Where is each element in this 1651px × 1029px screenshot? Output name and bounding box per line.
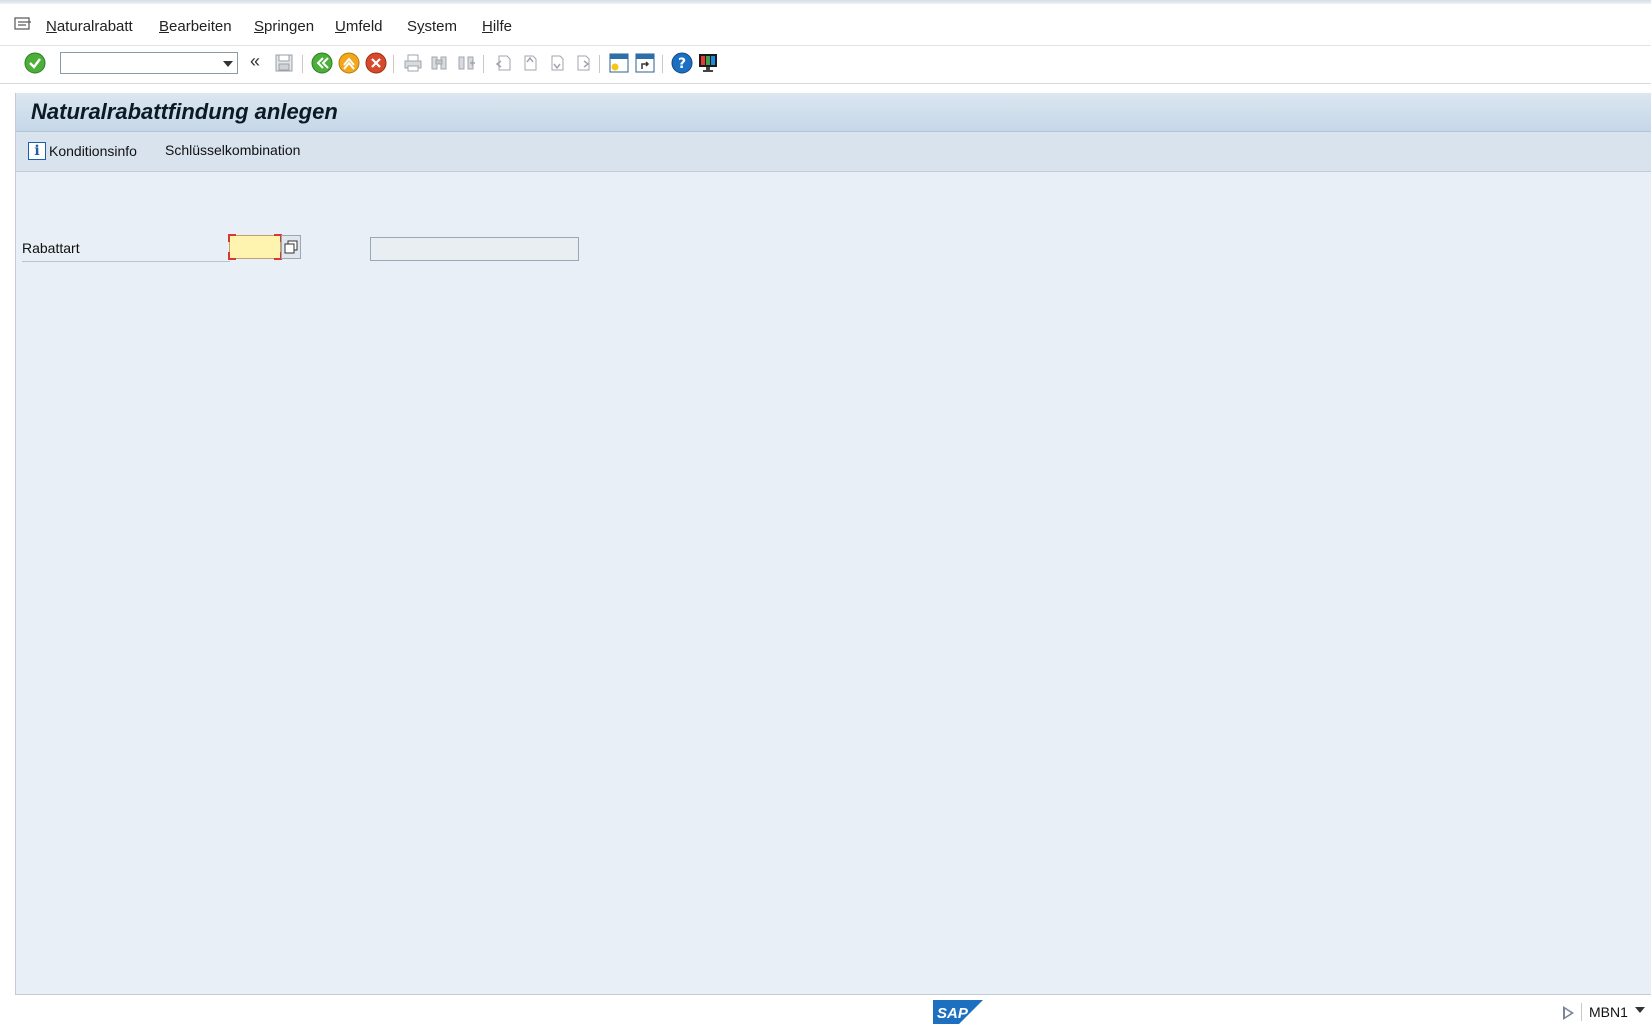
find-button[interactable]	[428, 52, 450, 74]
menu-hilfe-mnemonic: H	[482, 18, 493, 35]
title-bar: Naturalrabattfindung anlegen	[16, 93, 1651, 132]
exit-icon	[338, 52, 360, 74]
toolbar-separator	[483, 55, 484, 73]
find-next-icon	[458, 56, 475, 70]
find-next-button[interactable]	[455, 52, 477, 74]
menu-bearbeiten-label: earbeiten	[169, 18, 232, 35]
menu-umfeld-mnemonic: U	[335, 18, 346, 35]
create-session-button[interactable]	[608, 52, 630, 74]
customize-layout-button[interactable]	[697, 52, 719, 74]
schluesselkombination-label: Schlüsselkombination	[165, 142, 301, 158]
menu-springen[interactable]: Springen	[254, 18, 314, 35]
menu-hilfe-label: ilfe	[492, 18, 513, 35]
rabattart-label: Rabattart	[22, 240, 230, 262]
value-help-icon	[284, 240, 298, 254]
screen-frame: Naturalrabattfindung anlegen i Kondition…	[15, 93, 1651, 995]
transaction-code[interactable]: MBN1	[1589, 1004, 1628, 1020]
save-icon	[275, 54, 293, 72]
value-help-button[interactable]	[281, 235, 301, 259]
cancel-icon	[365, 52, 387, 74]
back-button[interactable]	[311, 52, 333, 74]
previous-page-icon	[524, 55, 537, 71]
save-button[interactable]	[273, 52, 295, 74]
first-page-button[interactable]	[492, 52, 514, 74]
sap-logo: SAP	[933, 1000, 983, 1024]
rabattart-description-field	[370, 237, 579, 261]
menu-bearbeiten[interactable]: Bearbeiten	[159, 18, 232, 35]
command-field[interactable]	[60, 52, 238, 74]
command-dropdown-icon[interactable]	[223, 61, 233, 67]
status-separator	[1581, 1003, 1582, 1021]
shortcut-button[interactable]	[634, 52, 656, 74]
help-button[interactable]: ?	[671, 52, 693, 74]
command-field-input[interactable]	[64, 54, 218, 74]
menu-system[interactable]: System	[407, 18, 457, 35]
toolbar-separator	[599, 55, 600, 73]
print-button[interactable]	[402, 52, 424, 74]
cancel-button[interactable]	[365, 52, 387, 74]
toolbar-separator	[662, 55, 663, 73]
status-play-icon[interactable]	[1563, 1006, 1574, 1020]
page-title: Naturalrabattfindung anlegen	[31, 99, 338, 124]
status-bar: SAP MBN1	[0, 995, 1651, 1029]
menu-naturalrabatt[interactable]: Naturalrabatt	[46, 18, 133, 35]
menu-hilfe[interactable]: Hilfe	[482, 18, 512, 35]
menu-bar: Naturalrabatt Bearbeiten Springen Umfeld…	[0, 4, 1651, 46]
schluesselkombination-button[interactable]: Schlüsselkombination	[165, 142, 300, 158]
back-icon	[311, 52, 333, 74]
create-session-icon	[609, 53, 629, 73]
first-page-icon	[495, 55, 511, 71]
menu-springen-label: pringen	[264, 18, 315, 35]
next-page-button[interactable]	[545, 52, 567, 74]
application-toolbar: i Konditionsinfo Schlüsselkombination	[16, 132, 1651, 172]
last-page-icon	[577, 55, 590, 71]
required-marker	[228, 252, 236, 260]
menu-naturalrabatt-label: aturalrabatt	[56, 18, 133, 35]
menu-umfeld-label: mfeld	[345, 18, 383, 35]
next-page-icon	[551, 55, 564, 71]
print-icon	[404, 54, 422, 72]
sap-logo-text: SAP	[937, 1005, 969, 1022]
menu-system-mnemonic: y	[417, 18, 425, 35]
previous-page-button[interactable]	[518, 52, 540, 74]
system-toolbar: « ?	[0, 46, 1651, 84]
toolbar-separator	[302, 55, 303, 73]
help-icon: ?	[671, 52, 693, 74]
menu-toggle-icon[interactable]	[14, 16, 32, 32]
menu-bearbeiten-mnemonic: B	[159, 18, 170, 35]
svg-text:?: ?	[678, 56, 686, 72]
customize-layout-icon	[699, 54, 717, 72]
system-info-dropdown-icon[interactable]	[1635, 1007, 1645, 1013]
rabattart-field[interactable]	[228, 234, 282, 260]
konditionsinfo-button[interactable]: i Konditionsinfo	[28, 142, 137, 160]
menu-system-label: stem	[424, 18, 458, 35]
menu-system-prefix: S	[407, 18, 418, 35]
konditionsinfo-label: Konditionsinfo	[49, 143, 137, 159]
exit-button[interactable]	[338, 52, 360, 74]
menu-umfeld[interactable]: Umfeld	[335, 18, 383, 35]
toolbar-separator	[393, 55, 394, 73]
shortcut-icon	[635, 53, 655, 73]
info-icon: i	[28, 142, 46, 160]
find-icon	[431, 56, 447, 70]
enter-button[interactable]	[24, 52, 46, 74]
enter-icon	[24, 52, 46, 74]
collapse-icon[interactable]: «	[250, 51, 260, 72]
menu-naturalrabatt-mnemonic: N	[46, 18, 57, 35]
menu-springen-mnemonic: S	[254, 18, 265, 35]
last-page-button[interactable]	[571, 52, 593, 74]
